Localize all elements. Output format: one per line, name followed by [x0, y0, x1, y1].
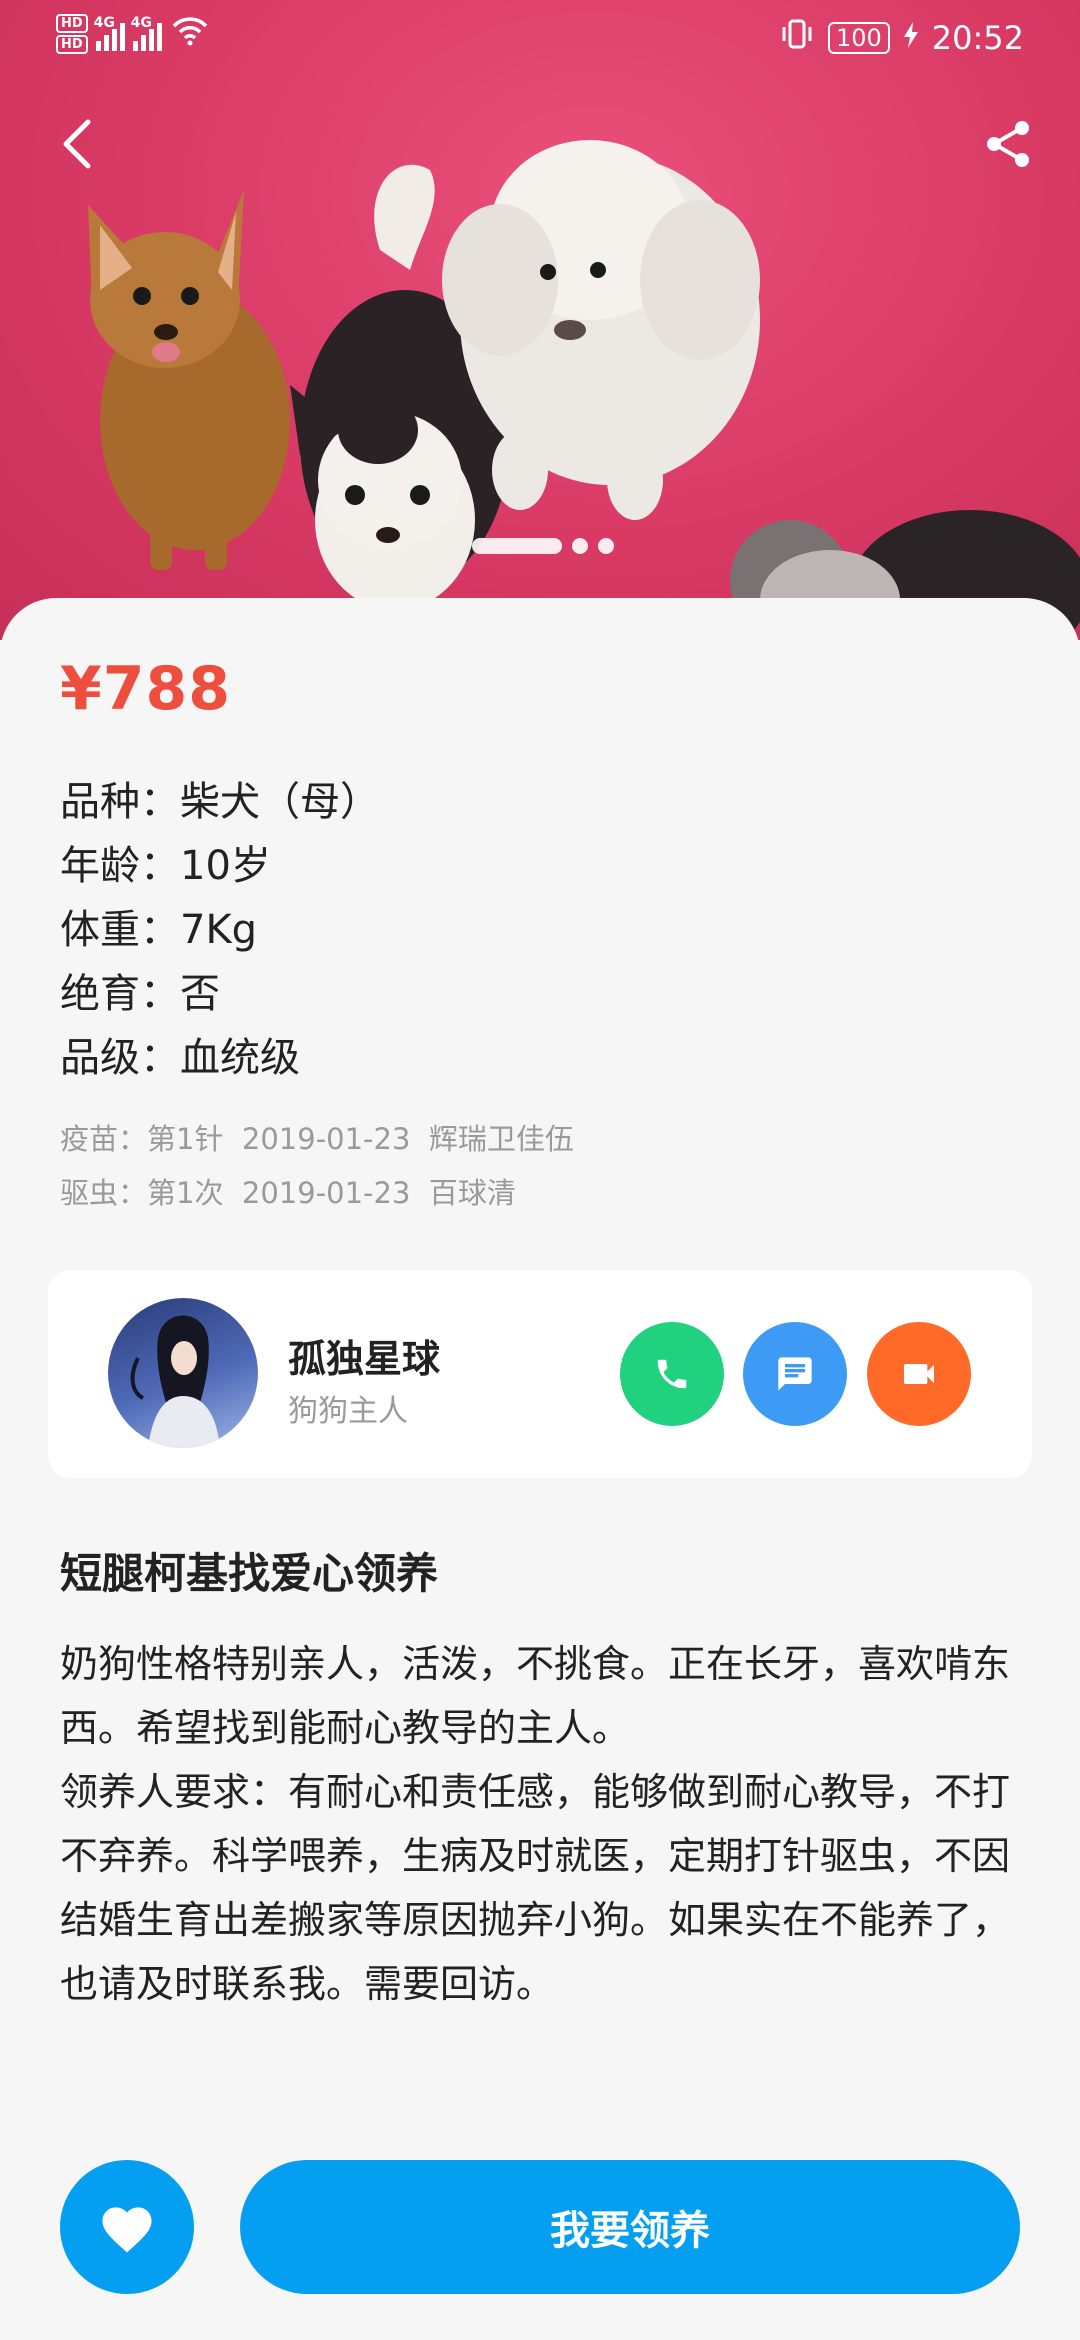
pet-attributes: 品种：柴犬（母） 年龄：10岁 体重：7Kg 绝育：否 品级：血统级 — [60, 770, 380, 1090]
vaccine-record: 疫苗：第1针 2019-01-23 辉瑞卫佳伍 — [60, 1122, 574, 1156]
message-button[interactable] — [743, 1322, 847, 1426]
detail-sheet: ¥788 品种：柴犬（母） 年龄：10岁 体重：7Kg 绝育：否 品级：血统级 … — [0, 598, 1080, 2340]
share-icon — [987, 121, 1029, 167]
heart-icon — [102, 2207, 152, 2253]
adopt-button[interactable]: 我要领养 — [240, 2160, 1020, 2294]
status-bar: HD HD 4G 4G 100 20:52 — [0, 0, 1080, 72]
carousel-dot — [572, 538, 588, 554]
owner-card[interactable]: 孤独星球 狗狗主人 — [48, 1270, 1032, 1478]
avatar[interactable] — [108, 1298, 258, 1448]
owner-name: 孤独星球 — [288, 1337, 441, 1381]
pet-detail-page: HD HD 4G 4G 100 20:52 ¥788 品种：柴犬（母） 年龄：1… — [0, 0, 1080, 2340]
chat-icon — [778, 1357, 812, 1391]
wifi-icon — [170, 14, 210, 54]
attribute-age: 年龄：10岁 — [60, 843, 271, 889]
video-call-button[interactable] — [867, 1322, 971, 1426]
attribute-grade: 品级：血统级 — [60, 1035, 300, 1081]
carousel-dot-active — [472, 538, 562, 554]
network-type-2: 4G — [130, 15, 152, 31]
hd-voice-indicator: HD HD — [56, 14, 88, 54]
deworm-record: 驱虫：第1次 2019-01-23 百球清 — [60, 1176, 516, 1210]
network-type-1: 4G — [93, 15, 115, 31]
carousel-indicator — [472, 538, 614, 554]
phone-icon — [657, 1359, 687, 1389]
description-paragraph: 领养人要求：有耐心和责任感，能够做到耐心教导，不打不弃养。科学喂养，生病及时就医… — [60, 1770, 1011, 2006]
post-description: 奶狗性格特别亲人，活泼，不挑食。正在长牙，喜欢啃东西。希望找到能耐心教导的主人。… — [60, 1632, 1028, 2016]
vibrate-icon — [780, 18, 814, 58]
health-records: 疫苗：第1针 2019-01-23 辉瑞卫佳伍 驱虫：第1次 2019-01-2… — [60, 1112, 574, 1220]
price: ¥788 — [60, 654, 231, 724]
video-camera-icon — [904, 1364, 934, 1384]
share-button[interactable] — [976, 112, 1040, 176]
carousel-dot — [598, 538, 614, 554]
signal-icon: 4G — [93, 15, 125, 51]
avatar-image — [130, 1315, 220, 1448]
hd-label-1: HD — [56, 14, 88, 33]
signal-icon-2: 4G — [130, 15, 162, 51]
battery-level: 100 — [827, 22, 890, 54]
chevron-left-icon — [63, 119, 91, 169]
post-title: 短腿柯基找爱心领养 — [60, 1549, 439, 1598]
attribute-weight: 体重：7Kg — [60, 907, 258, 953]
clock: 20:52 — [931, 19, 1024, 57]
charging-icon — [903, 21, 918, 56]
attribute-neutered: 绝育：否 — [60, 971, 220, 1017]
back-button[interactable] — [44, 112, 108, 176]
attribute-breed: 品种：柴犬（母） — [60, 779, 380, 825]
call-button[interactable] — [620, 1322, 724, 1426]
hd-label-2: HD — [56, 35, 88, 54]
favorite-button[interactable] — [60, 2160, 194, 2294]
description-paragraph: 奶狗性格特别亲人，活泼，不挑食。正在长牙，喜欢啃东西。希望找到能耐心教导的主人。 — [60, 1642, 1011, 1750]
owner-role: 狗狗主人 — [288, 1394, 408, 1429]
